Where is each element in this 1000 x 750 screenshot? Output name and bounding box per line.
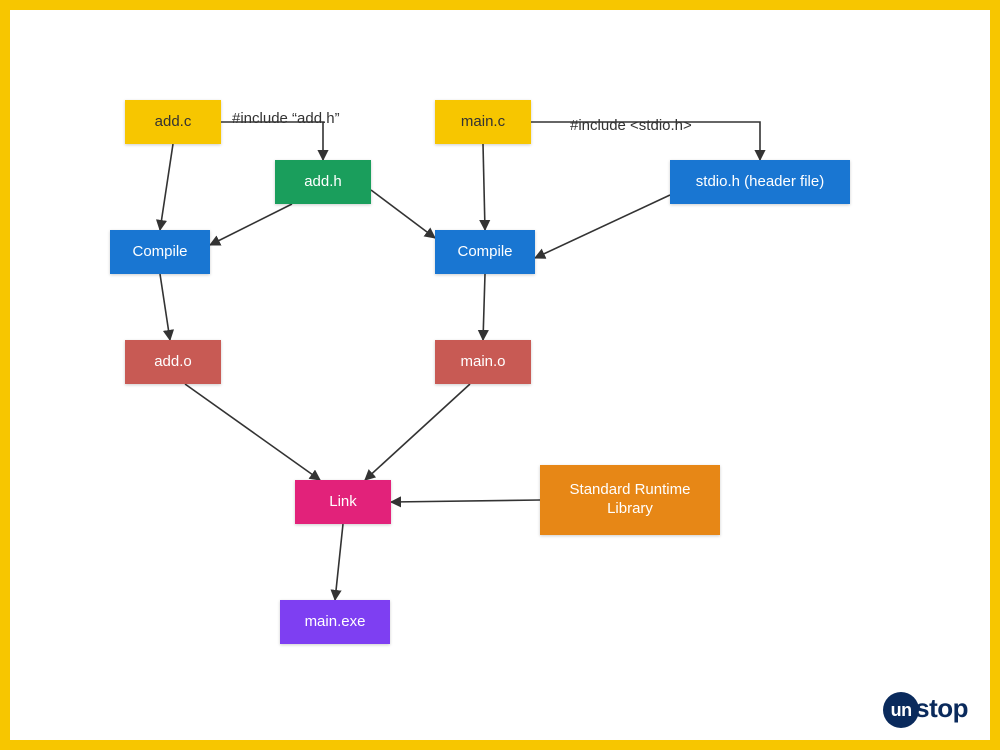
- node-add-c: add.c: [125, 100, 221, 144]
- arrow-compilem-to-maino: [483, 274, 485, 340]
- logo-circle: un: [883, 692, 919, 728]
- node-compile-m: Compile: [435, 230, 535, 274]
- arrow-compilea-to-addo: [160, 274, 170, 340]
- label-include-stdioh: #include <stdio.h>: [570, 117, 692, 134]
- node-label: add.h: [304, 173, 342, 192]
- arrow-addc-to-addh: [221, 122, 323, 160]
- arrow-addc-to-compile: [160, 144, 173, 230]
- arrow-addo-to-link: [185, 384, 320, 480]
- arrow-runtime-to-link: [391, 500, 540, 502]
- node-main-exe: main.exe: [280, 600, 390, 644]
- arrow-link-to-mainexe: [335, 524, 343, 600]
- arrow-addh-to-compilea: [210, 204, 292, 245]
- node-label: main.c: [461, 113, 505, 132]
- node-label: main.exe: [305, 613, 366, 632]
- node-label: Standard Runtime Library: [546, 481, 714, 519]
- node-label: Compile: [457, 243, 512, 262]
- label-include-addh: #include “add.h”: [232, 110, 340, 127]
- node-label: Link: [329, 493, 357, 512]
- node-main-o: main.o: [435, 340, 531, 384]
- arrow-mainc-to-compile: [483, 144, 485, 230]
- diagram-frame: add.c main.c add.h stdio.h (header file)…: [0, 0, 1000, 750]
- node-label: add.c: [155, 113, 192, 132]
- logo-unstop: unstop: [883, 692, 968, 728]
- node-label: Compile: [132, 243, 187, 262]
- node-label: main.o: [460, 353, 505, 372]
- node-main-c: main.c: [435, 100, 531, 144]
- node-add-h: add.h: [275, 160, 371, 204]
- logo-rest: stop: [915, 693, 968, 723]
- node-add-o: add.o: [125, 340, 221, 384]
- arrow-stdioh-to-compilem: [535, 195, 670, 258]
- node-stdio-h: stdio.h (header file): [670, 160, 850, 204]
- node-runtime: Standard Runtime Library: [540, 465, 720, 535]
- arrow-maino-to-link: [365, 384, 470, 480]
- node-label: stdio.h (header file): [696, 173, 824, 192]
- node-link: Link: [295, 480, 391, 524]
- node-compile-a: Compile: [110, 230, 210, 274]
- arrow-addh-to-compilem: [371, 190, 435, 238]
- node-label: add.o: [154, 353, 192, 372]
